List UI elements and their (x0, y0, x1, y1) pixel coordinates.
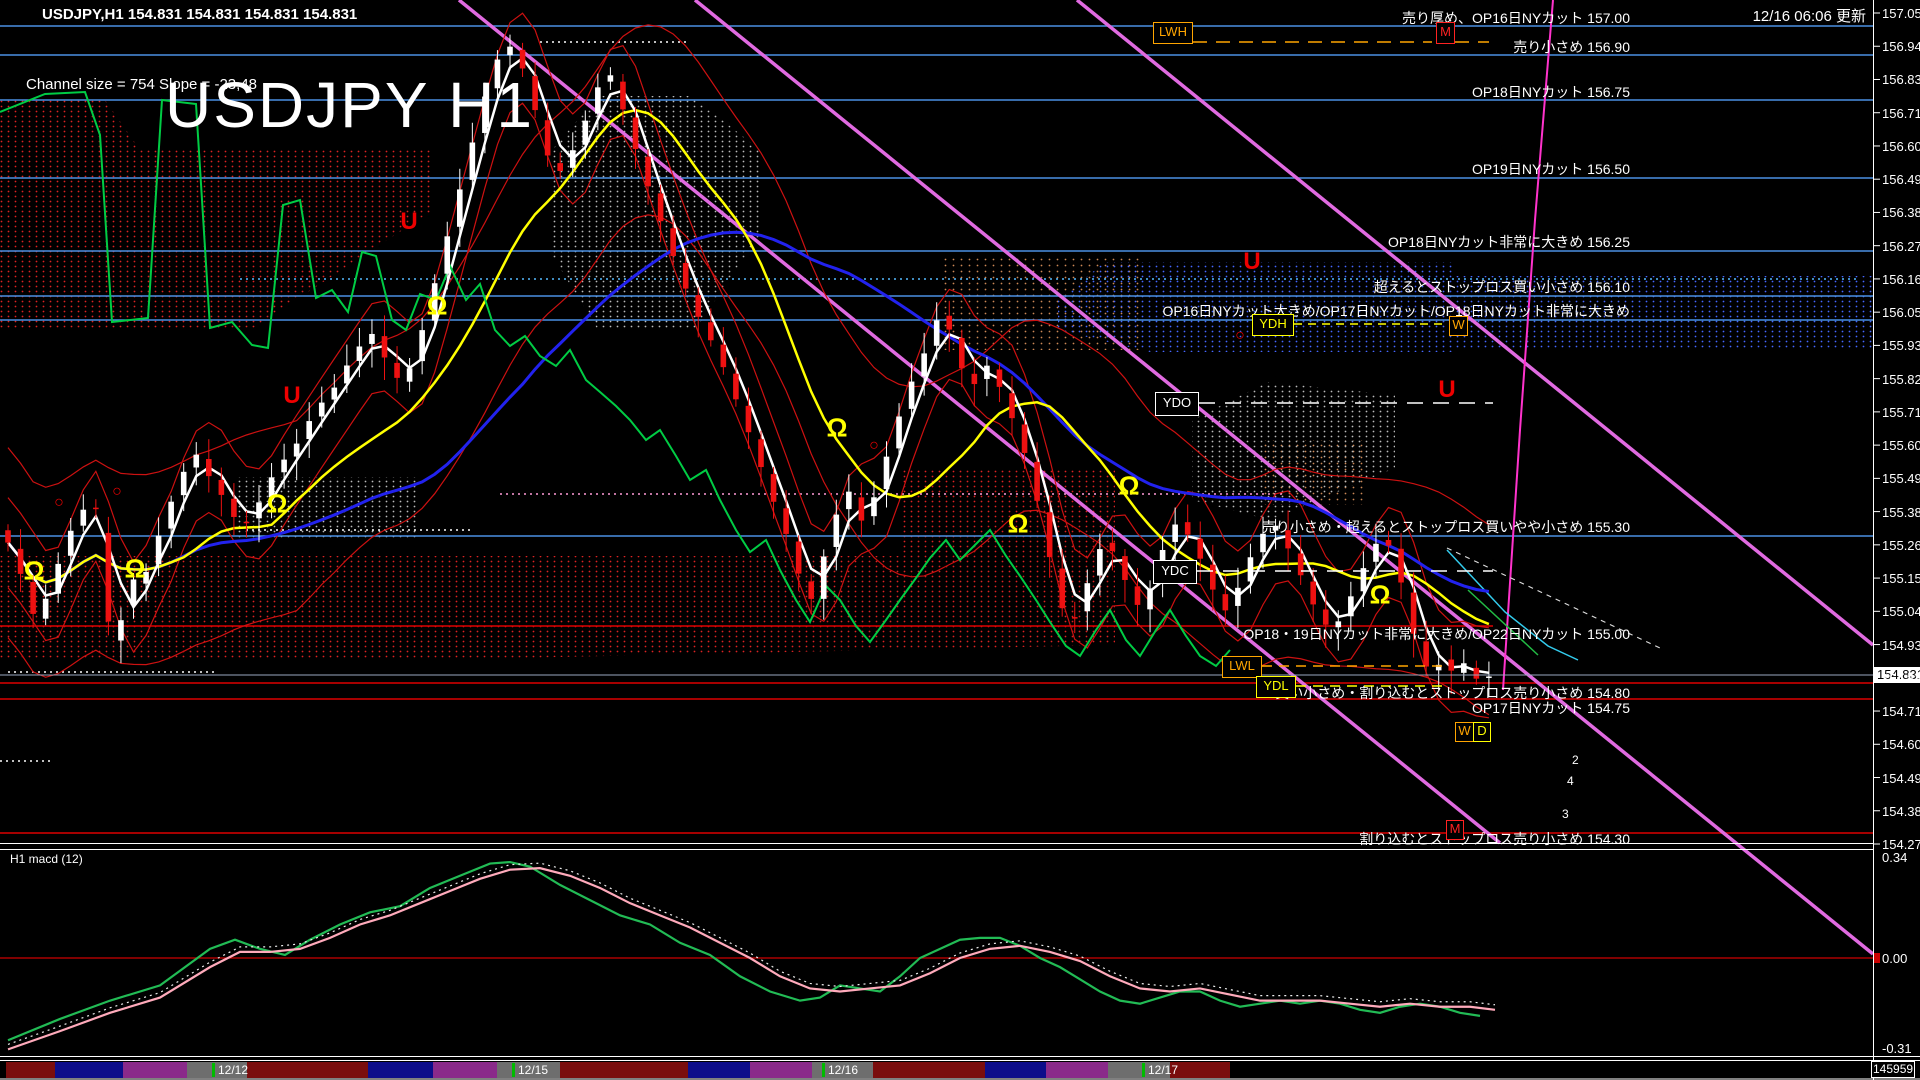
price-axis-label: 156.270 (1882, 239, 1920, 254)
wave-count-label: 3 (1562, 807, 1569, 821)
price-axis-label: 155.600 (1882, 438, 1920, 453)
buy-marker-icon: Ω (1119, 471, 1140, 502)
level-box-lwh: LWH (1153, 22, 1193, 44)
session-bar-segment (873, 1062, 985, 1078)
level-box-w: W (1449, 316, 1468, 336)
session-bar-segment (750, 1062, 812, 1078)
quote-line: USDJPY,H1 154.831 154.831 154.831 154.83… (42, 6, 357, 23)
level-box-m: M (1446, 820, 1464, 840)
buy-marker-icon: Ω (827, 413, 848, 444)
circle-marker-icon: ○ (1235, 327, 1245, 345)
sell-marker-icon: U (1438, 376, 1455, 404)
op-annotation: OP16日NYカット大きめ/OP17日NYカット/OP18日NYカット非常に大き… (1162, 301, 1630, 321)
macd-min-label: -0.31 (1882, 1041, 1912, 1056)
price-axis-label: 156.050 (1882, 305, 1920, 320)
price-axis-label: 155.935 (1882, 338, 1920, 353)
op-annotation: OP17日NYカット 154.75 (1472, 698, 1630, 718)
update-timestamp: 12/16 06:06 更新 (1753, 5, 1866, 26)
price-axis-label: 154.600 (1882, 737, 1920, 752)
watermark: USDJPY H1 (165, 68, 534, 142)
level-box-w: W (1455, 722, 1474, 742)
buy-marker-icon: Ω (125, 554, 146, 585)
op-annotation: 割り込むとストップロス売り小さめ 154.30 (1359, 829, 1630, 849)
time-axis-date: 12/17 (1142, 1063, 1178, 1077)
price-axis-label: 155.715 (1882, 405, 1920, 420)
price-axis-label: 155.825 (1882, 372, 1920, 387)
buy-marker-icon: Ω (267, 489, 288, 520)
level-box-lwl: LWL (1222, 656, 1262, 678)
price-axis-label: 156.495 (1882, 172, 1920, 187)
session-bar-segment (123, 1062, 187, 1078)
op-annotation: OP18・19日NYカット非常に大きめ/OP22日NYカット 155.00 (1243, 624, 1630, 644)
price-axis-label: 155.380 (1882, 505, 1920, 520)
circle-marker-icon: ○ (112, 483, 122, 501)
session-bar-segment (985, 1062, 1046, 1078)
session-bar-segment (247, 1062, 368, 1078)
buy-marker-icon: Ω (1370, 580, 1391, 611)
buy-marker-icon: Ω (24, 556, 45, 587)
circle-marker-icon: ○ (869, 437, 879, 455)
sell-marker-icon: U (283, 382, 300, 410)
price-axis-label: 156.385 (1882, 205, 1920, 220)
op-annotation: OP19日NYカット 156.50 (1472, 159, 1630, 179)
price-axis-label: 156.940 (1882, 39, 1920, 54)
level-box-ydl: YDL (1256, 676, 1296, 698)
price-axis-label: 156.715 (1882, 106, 1920, 121)
price-axis-label: 156.605 (1882, 139, 1920, 154)
price-axis-label: 156.830 (1882, 72, 1920, 87)
price-axis-label: 154.710 (1882, 704, 1920, 719)
op-annotation: OP18日NYカット 156.75 (1472, 82, 1630, 102)
wave-count-label: 4 (1567, 774, 1574, 788)
session-bar-segment (55, 1062, 123, 1078)
price-axis-label: 154.930 (1882, 638, 1920, 653)
level-box-d: D (1473, 722, 1491, 742)
time-axis-date: 12/12 (212, 1063, 248, 1077)
session-bar-segment (1046, 1062, 1108, 1078)
time-axis-date: 12/16 (822, 1063, 858, 1077)
session-bar-segment (368, 1062, 433, 1078)
chart-window: USDJPY,H1 154.831 154.831 154.831 154.83… (0, 0, 1920, 1080)
wave-count-label: 2 (1572, 753, 1579, 767)
buy-marker-icon: Ω (1008, 509, 1029, 540)
price-axis-label: 157.050 (1882, 6, 1920, 21)
price-axis-label: 154.820 (1882, 671, 1920, 686)
time-axis-date: 12/15 (512, 1063, 548, 1077)
macd-title: H1 macd (12) (10, 852, 83, 866)
op-annotation: 売り小さめ・超えるとストップロス買いやや小さめ 155.30 (1262, 517, 1630, 537)
level-box-ydh: YDH (1252, 314, 1294, 336)
price-axis-label: 154.490 (1882, 771, 1920, 786)
price-axis-label: 154.380 (1882, 804, 1920, 819)
price-axis-label: 156.160 (1882, 272, 1920, 287)
session-bar-segment (1170, 1062, 1230, 1078)
chart-canvas (0, 0, 1920, 1080)
op-annotation: 超えるとストップロス買い小さめ 156.10 (1374, 277, 1630, 297)
price-axis-label: 155.045 (1882, 604, 1920, 619)
level-box-m: M (1436, 22, 1455, 44)
level-box-ydo: YDO (1155, 392, 1199, 416)
price-axis-label: 155.265 (1882, 538, 1920, 553)
session-bar-segment (433, 1062, 497, 1078)
buy-marker-icon: Ω (427, 291, 448, 322)
macd-max-label: 0.34 (1882, 850, 1907, 865)
session-bar-segment (688, 1062, 750, 1078)
corner-value: 145959 (1871, 1061, 1915, 1078)
macd-zero-label: 0.00 (1882, 951, 1907, 966)
price-axis-label: 155.490 (1882, 471, 1920, 486)
price-axis-label: 155.155 (1882, 571, 1920, 586)
session-bar-segment (6, 1062, 55, 1078)
session-bar-segment (560, 1062, 688, 1078)
sell-marker-icon: U (1243, 248, 1260, 276)
op-annotation: 売り小さめ 156.90 (1513, 37, 1630, 57)
sell-marker-icon: U (400, 208, 417, 236)
op-annotation: OP18日NYカット非常に大きめ 156.25 (1388, 232, 1630, 252)
level-box-ydc: YDC (1153, 560, 1197, 584)
circle-marker-icon: ○ (54, 494, 64, 512)
